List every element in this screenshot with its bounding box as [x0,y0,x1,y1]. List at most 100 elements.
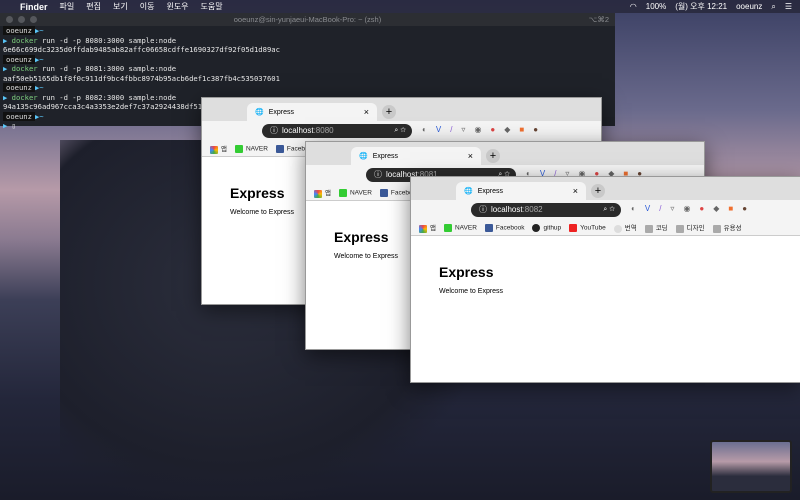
extension-icon[interactable]: / [659,204,661,213]
close-tab-icon[interactable]: × [573,186,578,196]
tab-title: Express [372,152,399,160]
bookmark-apps[interactable]: 앱 [210,143,227,154]
extension-icon[interactable]: ◉ [683,204,690,213]
extension-icon[interactable]: ◆ [504,125,510,134]
zoom-and-star-icons[interactable]: ⌕ ☆ [603,203,615,217]
zoom-and-star-icons[interactable]: ⌕ ☆ [394,124,406,138]
menu-window[interactable]: 윈도우 [166,1,188,12]
globe-icon: 🌐 [359,153,368,160]
bookmark-translate[interactable]: 번역 [613,222,637,233]
extension-icon[interactable]: ◐ [422,125,427,134]
command: docker [11,35,38,45]
wifi-icon[interactable]: ◠ [630,2,637,11]
tab-title: Express [268,108,295,116]
info-icon[interactable]: ⓘ [479,203,487,217]
command-args: run -d -p 8080:3000 sample:node [37,35,177,45]
page-content: Express Welcome to Express [411,236,800,295]
close-tab-icon[interactable]: × [364,107,369,117]
close-button[interactable] [6,16,13,23]
info-icon[interactable]: ⓘ [270,124,278,138]
bookmark-facebook[interactable]: Facebook [484,223,524,232]
menu-edit[interactable]: 편집 [86,1,101,12]
terminal-shortcut: ⌥⌘2 [588,15,609,24]
bookmark-apps[interactable]: 앱 [314,187,331,198]
tab-strip: 🌐 Express × + [411,177,800,200]
menu-bar: Finder 파일 편집 보기 이동 윈도우 도움말 ◠ 100% (월) 오후… [0,0,800,13]
terminal-titlebar: ooeunz@sin-yunjaeui-MacBook-Pro: ~ (zsh)… [0,13,615,26]
bookmark-apps[interactable]: 앱 [419,222,436,233]
bookmark-github[interactable]: githup [532,223,561,232]
extension-icon[interactable]: ◐ [631,204,636,213]
globe-icon: 🌐 [255,109,264,116]
bookmark-folder-useful[interactable]: 유용성 [712,222,742,233]
prompt-user: ooeunz [3,111,35,121]
zoom-button[interactable] [30,16,37,23]
browser-window[interactable]: 🌐 Express × + ⓘ localhost:8082 ⌕ ☆ ◐ V / ▿ ◉… [410,176,800,383]
pocket-icon[interactable]: ▿ [670,204,674,213]
bookmark-naver[interactable]: NAVER [338,188,372,197]
bookmark-youtube[interactable]: YouTube [569,223,606,232]
extension-icon[interactable]: ● [490,125,495,134]
extension-icon[interactable]: ● [699,204,704,213]
url-host: localhost [491,205,523,214]
prompt-user: ooeunz [3,83,35,92]
command: docker [11,92,38,102]
address-bar[interactable]: ⓘ localhost:8082 ⌕ ☆ [471,203,621,217]
menu-help[interactable]: 도움말 [201,1,223,12]
spotlight-icon[interactable]: ⌕ [771,2,775,12]
new-tab-button[interactable]: + [591,184,605,198]
new-tab-button[interactable]: + [382,105,396,119]
terminal-title: ooeunz@sin-yunjaeui-MacBook-Pro: ~ (zsh) [233,15,382,24]
pocket-icon[interactable]: ▿ [461,125,465,134]
extension-icon[interactable]: V [645,204,650,213]
extension-icon[interactable]: / [450,125,452,134]
extension-icon[interactable]: ■ [519,125,524,134]
bookmark-folder-design[interactable]: 디자인 [675,222,705,233]
prompt-user: ooeunz [3,26,35,35]
menubar-user[interactable]: ooeunz [736,2,762,11]
globe-icon: 🌐 [464,188,473,195]
battery-percent[interactable]: 100% [646,2,666,11]
minimize-button[interactable] [18,16,25,23]
clock[interactable]: (월) 오후 12:21 [675,1,727,12]
tab-strip: 🌐 Express × + [202,98,601,121]
avatar[interactable]: ● [742,204,747,213]
prompt-user: ooeunz [3,54,35,64]
page-heading: Express [439,264,494,280]
command-args: run -d -p 8082:3000 sample:node [37,92,177,102]
tab-title: Express [477,187,504,195]
toolbar: ⓘ localhost:8080 ⌕ ☆ ◐ V / ▿ ◉ ● ◆ ■ ● [202,121,601,141]
desktop-thumbnail[interactable] [710,440,792,493]
extension-icon[interactable]: ■ [728,204,733,213]
notification-center-icon[interactable]: ☰ [785,2,792,11]
bookmarks-bar: 앱 NAVER Facebook githup YouTube 번역 코딩 디자… [411,220,800,236]
bookmark-naver[interactable]: NAVER [234,144,268,153]
address-bar[interactable]: ⓘ localhost:8080 ⌕ ☆ [262,124,412,138]
command-args: run -d -p 8081:3000 sample:node [37,64,177,73]
command: docker [11,64,38,73]
info-icon[interactable]: ⓘ [374,168,382,182]
tab-express[interactable]: 🌐 Express × [247,103,377,121]
page-text: Welcome to Express [439,288,504,295]
extension-icon[interactable]: ◆ [713,204,719,213]
url-host: localhost [282,126,314,135]
cursor: ▯ [11,121,16,130]
tab-strip: 🌐 Express × + [306,142,704,165]
extension-icon[interactable]: ◉ [474,125,481,134]
bookmark-folder-coding[interactable]: 코딩 [644,222,668,233]
command-output: aaf50eb5165db1f8f0c911df9bc4fbbc8974b95a… [3,73,280,83]
url-port: :8082 [522,205,543,214]
tab-express[interactable]: 🌐 Express × [351,147,481,165]
close-tab-icon[interactable]: × [468,151,473,161]
toolbar: ⓘ localhost:8082 ⌕ ☆ ◐ V / ▿ ◉ ● ◆ ■ ● [411,200,800,220]
app-name[interactable]: Finder [20,2,48,12]
menu-file[interactable]: 파일 [60,1,75,12]
extension-icon[interactable]: V [436,125,441,134]
avatar[interactable]: ● [533,125,538,134]
menu-view[interactable]: 보기 [113,1,128,12]
bookmark-naver[interactable]: NAVER [443,223,477,232]
tab-express[interactable]: 🌐 Express × [456,182,586,200]
menu-go[interactable]: 이동 [140,1,155,12]
extensions: ◐ V / ▿ ◉ ● ◆ ■ ● [631,204,747,213]
new-tab-button[interactable]: + [486,149,500,163]
